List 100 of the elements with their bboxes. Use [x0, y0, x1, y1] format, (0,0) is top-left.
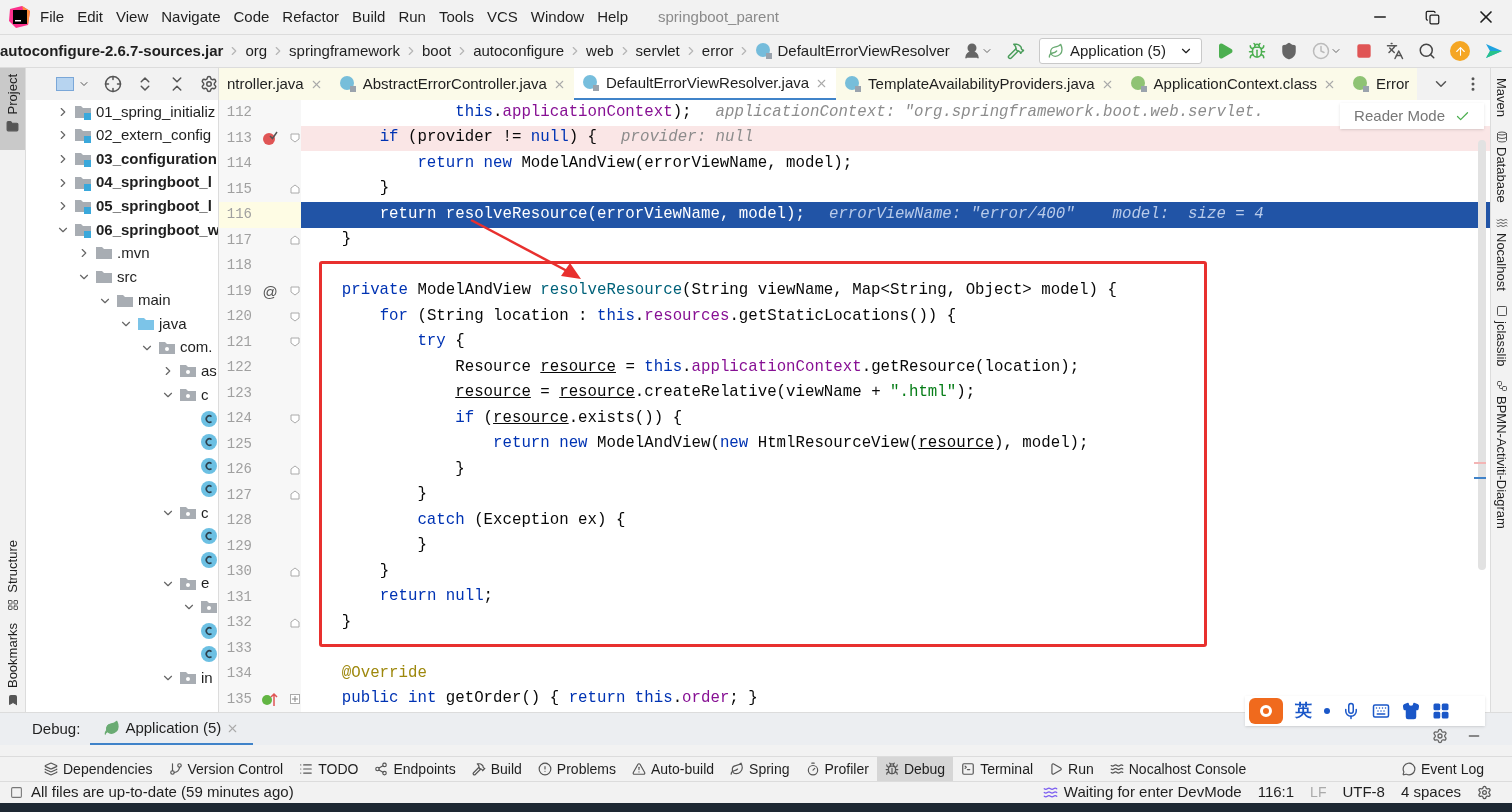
fold-marker-icon[interactable] [289, 413, 300, 424]
breadcrumb[interactable]: org [245, 39, 268, 63]
menu-item[interactable]: Code [233, 5, 270, 29]
tree-item[interactable]: .mvn [117, 242, 150, 265]
implements-icon[interactable] [261, 691, 279, 708]
tool-window-button[interactable]: Auto-build [624, 757, 723, 781]
breadcrumb[interactable]: boot [421, 39, 452, 63]
search-icon[interactable] [1418, 42, 1436, 60]
breadcrumb[interactable]: error [701, 39, 734, 63]
run-config-dropdown[interactable]: Application (5) [1039, 38, 1202, 64]
fold-marker-icon[interactable] [289, 311, 300, 322]
tool-window-button[interactable]: Endpoints [366, 757, 464, 781]
toolbox-grid-icon[interactable] [1432, 702, 1450, 720]
tree-item[interactable]: e [201, 572, 210, 595]
editor-tab[interactable]: ApplicationContext.class [1121, 68, 1345, 100]
menu-item[interactable]: View [116, 5, 149, 29]
input-mode-toggle[interactable]: 英 [1295, 700, 1312, 722]
menu-item[interactable]: Run [398, 5, 426, 29]
tool-window-button[interactable]: TODO [291, 757, 367, 781]
fold-marker-icon[interactable] [289, 133, 300, 144]
breadcrumb[interactable]: springframework [289, 39, 400, 63]
breadcrumb[interactable]: DefaultErrorViewResolver [777, 39, 950, 63]
coverage-icon[interactable] [1280, 42, 1298, 60]
tree-item[interactable]: 01_spring_initializ [96, 100, 216, 124]
tree-item[interactable]: 03_configuration [96, 147, 217, 171]
tool-window-button[interactable]: Dependencies [36, 757, 161, 781]
tool-window-tab[interactable]: jclasslib [1491, 304, 1512, 366]
tool-window-button[interactable]: Build [463, 757, 530, 781]
fold-marker-icon[interactable] [289, 235, 300, 246]
file-encoding[interactable]: UTF-8 [1342, 781, 1385, 804]
toolbox-icon[interactable] [1484, 41, 1504, 61]
tree-item[interactable]: com. [180, 336, 213, 359]
fold-marker-icon[interactable] [289, 286, 300, 297]
breakpoint-icon[interactable] [262, 130, 278, 147]
settings-icon[interactable] [1477, 785, 1492, 800]
microphone-icon[interactable] [1342, 702, 1360, 720]
fold-marker-icon[interactable] [289, 490, 300, 501]
user-icon[interactable] [963, 42, 981, 60]
punctuation-icon[interactable] [1324, 708, 1330, 714]
tool-window-tab[interactable]: Project [0, 68, 25, 150]
tree-item[interactable]: 04_springboot_l [96, 171, 212, 194]
menu-item[interactable]: Refactor [282, 5, 340, 29]
editor-tab[interactable]: DefaultErrorViewResolver.java [573, 68, 837, 100]
tree-item[interactable]: as [201, 360, 217, 383]
fold-marker-icon[interactable] [289, 464, 300, 475]
editor-tab[interactable]: ntroller.java [219, 68, 331, 100]
tree-item[interactable]: main [138, 289, 171, 312]
tool-window-tab[interactable]: Bookmarks [0, 616, 25, 712]
breadcrumb[interactable]: web [586, 39, 614, 63]
fold-marker-icon[interactable] [289, 566, 300, 577]
fold-marker-icon[interactable] [289, 617, 300, 628]
tree-item[interactable]: 02_extern_config [96, 124, 212, 147]
translate-icon[interactable] [1386, 42, 1404, 60]
menu-item[interactable]: Build [352, 5, 386, 29]
tool-window-tab[interactable]: Structure [0, 534, 25, 617]
tool-window-tab[interactable]: Maven [1491, 78, 1512, 118]
tree-item[interactable]: c [201, 501, 209, 525]
tool-window-tab[interactable]: BPMN-Activiti-Diagram [1491, 380, 1512, 529]
reader-mode-button[interactable]: Reader Mode [1340, 103, 1484, 129]
settings-icon[interactable] [1432, 728, 1448, 744]
override-marker[interactable]: @ [262, 283, 278, 299]
tool-window-button[interactable]: Run [1041, 757, 1102, 781]
tool-window-button[interactable]: Profiler [797, 757, 877, 781]
tree-item[interactable]: java [159, 312, 187, 336]
caret-position[interactable]: 116:1 [1257, 781, 1295, 804]
tree-item[interactable]: in [201, 666, 213, 690]
keyboard-icon[interactable] [1372, 702, 1390, 720]
tree-item[interactable]: c [201, 383, 209, 407]
menu-item[interactable]: Navigate [161, 5, 221, 29]
menu-item[interactable]: VCS [486, 5, 518, 29]
skin-icon[interactable] [1402, 702, 1420, 720]
tool-window-button[interactable]: Problems [529, 757, 624, 781]
tool-window-button[interactable]: Spring [722, 757, 798, 781]
tool-window-tab[interactable]: Nocalhost [1491, 216, 1512, 291]
menu-item[interactable]: Window [530, 5, 585, 29]
tree-item[interactable]: 05_springboot_l [96, 194, 212, 218]
indent-setting[interactable]: 4 spaces [1400, 781, 1461, 804]
breadcrumb[interactable]: servlet [635, 39, 680, 63]
fold-marker-icon[interactable] [289, 337, 300, 348]
hammer-icon[interactable] [1007, 42, 1025, 60]
settings-icon[interactable] [200, 75, 218, 93]
scrollbar-thumb[interactable] [1478, 140, 1486, 570]
tool-window-button[interactable]: Terminal [953, 757, 1042, 781]
menu-item[interactable]: Tools [438, 5, 474, 29]
menu-item[interactable]: Help [597, 5, 629, 29]
tool-window-button[interactable]: Debug [876, 757, 954, 781]
menu-item[interactable]: Edit [77, 5, 104, 29]
restore-icon[interactable] [1425, 9, 1440, 25]
editor-tab[interactable]: Error [1344, 68, 1418, 100]
tool-window-button[interactable]: Version Control [160, 757, 292, 781]
breadcrumb[interactable]: autoconfigure [473, 39, 565, 63]
editor-tab[interactable]: AbstractErrorController.java [330, 68, 574, 100]
editor-tab[interactable]: TemplateAvailabilityProviders.java [836, 68, 1122, 100]
tool-window-button[interactable]: Event Log [1393, 757, 1492, 781]
tree-item[interactable]: src [117, 265, 137, 289]
stop-icon[interactable] [1356, 43, 1372, 59]
breadcrumb[interactable]: autoconfigure-2.6.7-sources.jar [0, 39, 224, 63]
tool-window-tab[interactable]: Database [1491, 131, 1512, 203]
devmode-status[interactable]: Waiting for enter DevMode [1063, 781, 1242, 804]
menu-item[interactable]: File [40, 5, 65, 29]
